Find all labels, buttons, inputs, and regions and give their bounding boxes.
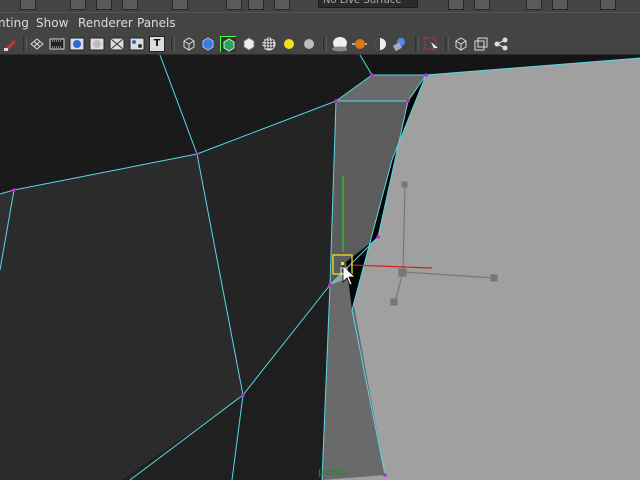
camera-attributes-icon[interactable] [2, 36, 18, 52]
resolution-gate-icon[interactable] [69, 36, 85, 52]
menu-renderer[interactable]: Renderer [78, 16, 133, 30]
locator-gizmo[interactable] [390, 181, 498, 306]
wireframe-on-shaded-icon[interactable] [220, 36, 236, 52]
status-icon[interactable] [70, 0, 86, 10]
status-icon[interactable] [474, 0, 490, 10]
node-graph-icon[interactable] [493, 36, 509, 52]
status-icon[interactable] [552, 0, 568, 10]
status-icon[interactable] [122, 0, 138, 10]
use-all-lights-icon[interactable] [281, 36, 297, 52]
mesh-face [360, 55, 640, 75]
default-material-icon[interactable] [241, 36, 257, 52]
status-icon[interactable] [248, 0, 264, 10]
panel-toolbar: T [0, 33, 640, 55]
toolbar-separator [415, 37, 419, 51]
status-icon[interactable] [600, 0, 616, 10]
shadows-icon[interactable] [301, 36, 317, 52]
xray-icon[interactable] [371, 36, 387, 52]
high-quality-icon[interactable] [331, 36, 347, 52]
cube-wire-icon[interactable] [453, 36, 469, 52]
toolbar-separator [23, 37, 27, 51]
toolbar-separator [171, 37, 175, 51]
status-icon[interactable] [274, 0, 290, 10]
perspective-viewport[interactable]: persp [0, 55, 640, 480]
gate-mask-icon[interactable] [89, 36, 105, 52]
smooth-shade-icon[interactable] [200, 36, 216, 52]
status-line: No Live Surface [0, 0, 640, 12]
select-camera-icon[interactable] [423, 36, 439, 52]
menu-lighting[interactable]: nting [0, 16, 29, 30]
status-icon[interactable] [448, 0, 464, 10]
lights-icon[interactable] [351, 36, 367, 52]
frame-all-icon[interactable] [473, 36, 489, 52]
panel-menubar: nting Show Renderer Panels [0, 12, 640, 33]
isolate-icon[interactable] [391, 36, 407, 52]
status-icon[interactable] [20, 0, 36, 10]
status-icon[interactable] [172, 0, 188, 10]
status-icon[interactable] [526, 0, 542, 10]
menu-panels[interactable]: Panels [137, 16, 176, 30]
toolbar-separator [445, 37, 449, 51]
field-chart-icon[interactable] [109, 36, 125, 52]
toolbar-separator [323, 37, 327, 51]
camera-name-label: persp [318, 467, 347, 478]
safe-action-icon[interactable] [129, 36, 145, 52]
film-gate-icon[interactable] [49, 36, 65, 52]
mesh-face [322, 278, 385, 480]
image-plane-icon[interactable]: T [149, 36, 165, 52]
wireframe-icon[interactable] [181, 36, 197, 52]
scene-canvas[interactable] [0, 55, 640, 480]
menu-show[interactable]: Show [36, 16, 68, 30]
status-icon[interactable] [96, 0, 112, 10]
status-icon[interactable] [226, 0, 242, 10]
grid-icon[interactable] [29, 36, 45, 52]
mesh-face [330, 101, 408, 285]
live-surface-field[interactable]: No Live Surface [318, 0, 418, 8]
textured-icon[interactable] [261, 36, 277, 52]
manipulator-dot [341, 262, 344, 265]
